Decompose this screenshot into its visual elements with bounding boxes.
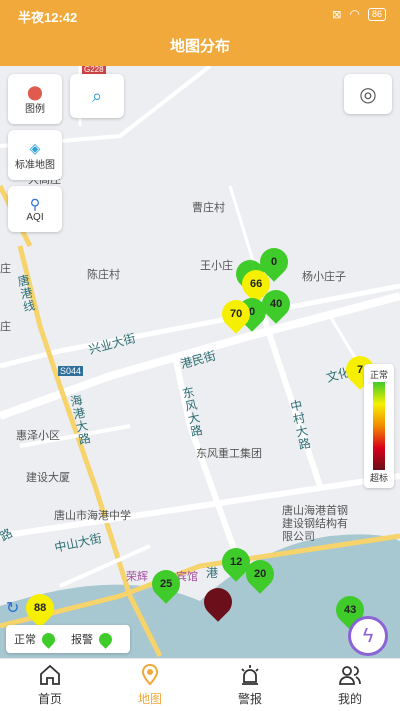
aqi-legend-top: 正常	[369, 370, 388, 380]
road-label-gang: 港	[206, 566, 219, 580]
place-label-zhuang-1: 庄	[0, 263, 11, 275]
aqi-color-legend: 正常 超标	[364, 364, 394, 488]
map-pin-icon: ⬤	[27, 83, 43, 100]
place-label-school: 唐山市海港中学	[54, 510, 131, 522]
bottom-tab-bar: 首页 地图 警报 我的	[0, 658, 400, 711]
tab-home-label: 首页	[37, 692, 62, 706]
page-title: 地图分布	[0, 28, 400, 66]
home-icon	[40, 664, 60, 685]
wifi-icon: ◠	[349, 7, 360, 21]
tab-home[interactable]: 首页	[0, 659, 100, 711]
place-label-huize: 惠泽小区	[16, 430, 60, 442]
road-code-label: G228	[82, 66, 106, 74]
status-bar: 半夜12:42 ⊠ ◠ 86	[0, 0, 400, 28]
alarm-light-icon	[241, 665, 259, 685]
alarm-pin-icon	[96, 629, 115, 649]
road-code-s044: S044	[58, 366, 84, 376]
status-legend-normal: 正常	[14, 634, 36, 646]
status-legend: 正常 报警	[6, 625, 130, 653]
tab-alarm-label: 警报	[237, 692, 262, 706]
map-type-label: 标准地图	[15, 159, 55, 171]
battery-indicator: 86	[367, 7, 386, 21]
lightning-icon: ϟ	[362, 624, 374, 647]
place-label-yangxiaozhuang: 杨小庄子	[302, 271, 346, 283]
aqi-label: AQI	[26, 211, 44, 223]
map-type-button[interactable]: ◈ 标准地图	[8, 130, 62, 180]
search-icon: ⌕	[91, 85, 103, 106]
tab-profile[interactable]: 我的	[300, 659, 400, 711]
place-label-zhuang-2: 庄	[0, 321, 11, 333]
locate-icon: ◎	[359, 83, 377, 106]
map-pin-icon	[141, 663, 159, 686]
place-label-jianshe: 建设大厦	[26, 472, 70, 484]
aqi-icon: ⚲	[29, 195, 41, 212]
place-label-chenzhuang: 陈庄村	[87, 269, 120, 281]
status-legend-alarm: 报警	[71, 634, 93, 646]
place-label-dongfeng-group: 东风重工集团	[196, 448, 262, 460]
locate-button[interactable]: ◎	[344, 74, 392, 114]
place-label-ronghui: 荣辉	[126, 571, 148, 583]
status-time: 半夜12:42	[18, 10, 78, 25]
aqi-gradient-bar	[373, 382, 385, 470]
normal-pin-icon	[39, 629, 58, 649]
status-icons: ⊠ ◠ 86	[332, 7, 386, 21]
search-button[interactable]: ⌕	[70, 74, 124, 118]
aqi-button[interactable]: ⚲ AQI	[8, 186, 62, 232]
legend-button[interactable]: ⬤ 图例	[8, 74, 62, 124]
legend-button-label: 图例	[25, 103, 45, 115]
tab-alarm[interactable]: 警报	[200, 659, 300, 711]
map-view[interactable]: G228 大高庄 曹庄村 王小庄 杨小庄子 陈庄村 庄 庄 兴业大街 唐港线 S…	[0, 66, 400, 658]
quick-action-button[interactable]: ϟ	[348, 616, 388, 656]
refresh-icon[interactable]: ↻	[6, 598, 19, 618]
sim-icon: ⊠	[332, 8, 342, 21]
tab-map-label: 地图	[137, 692, 162, 706]
place-label-caozhuang: 曹庄村	[192, 202, 225, 214]
tab-profile-label: 我的	[337, 692, 362, 706]
users-icon	[339, 666, 361, 685]
place-label-steel: 唐山海港首钢建设钢结构有限公司	[282, 505, 348, 543]
tab-map[interactable]: 地图	[100, 659, 200, 711]
aqi-legend-bottom: 超标	[369, 473, 388, 483]
map-layer-icon: ◈	[29, 139, 41, 156]
place-label-wangxiaozhuang: 王小庄	[200, 260, 233, 272]
